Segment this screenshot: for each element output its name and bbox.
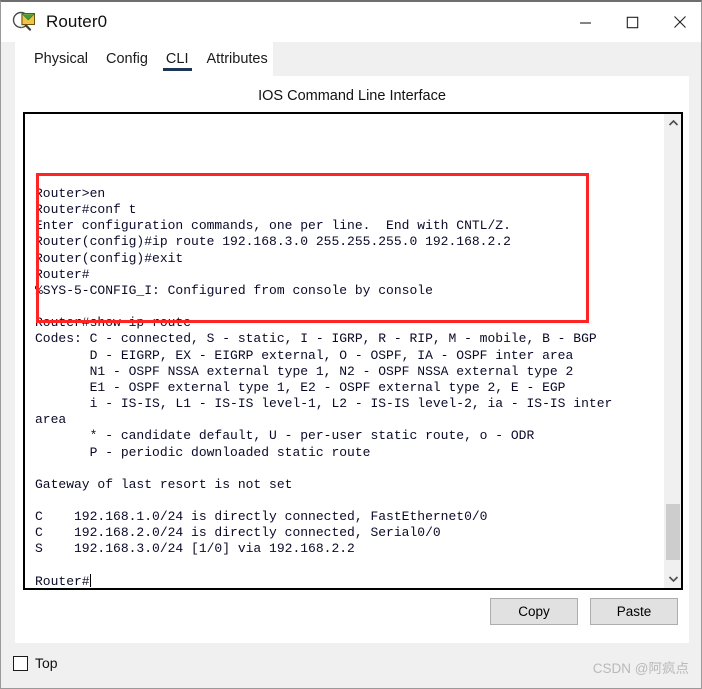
top-checkbox-label: Top: [35, 655, 58, 671]
tab-cli[interactable]: CLI: [157, 42, 198, 76]
maximize-button[interactable]: [609, 2, 656, 42]
tab-strip: Physical Config CLI Attributes: [1, 42, 701, 76]
close-button[interactable]: [656, 2, 701, 42]
paste-button[interactable]: Paste: [590, 598, 678, 625]
tab-config[interactable]: Config: [97, 42, 157, 76]
terminal-container: Router>en Router#conf t Enter configurat…: [23, 112, 683, 590]
footer-bar: Top CSDN @阿疯点: [1, 643, 701, 688]
text-cursor: [89, 573, 91, 587]
scroll-up-icon[interactable]: [664, 114, 682, 132]
packet-tracer-router-icon: [12, 9, 38, 35]
watermark-text: CSDN @阿疯点: [592, 661, 689, 676]
minimize-button[interactable]: [562, 2, 609, 42]
router-cli-window: Router0 Physical Config CLI Attributes I…: [0, 0, 702, 689]
panel-title: IOS Command Line Interface: [258, 88, 446, 104]
terminal-scrollbar[interactable]: [663, 114, 681, 588]
terminal-output[interactable]: Router>en Router#conf t Enter configurat…: [25, 114, 663, 588]
tab-list: Physical Config CLI Attributes: [15, 42, 273, 76]
terminal-text: Router>en Router#conf t Enter configurat…: [35, 186, 613, 588]
window-title: Router0: [46, 12, 108, 31]
copy-button[interactable]: Copy: [490, 598, 578, 625]
top-checkbox[interactable]: [13, 655, 28, 671]
tab-physical[interactable]: Physical: [25, 42, 97, 76]
scrollbar-thumb[interactable]: [666, 504, 680, 560]
cli-panel: IOS Command Line Interface Router>en Rou…: [15, 76, 689, 643]
window-controls: [562, 2, 701, 42]
tab-attributes[interactable]: Attributes: [198, 42, 277, 76]
action-buttons: Copy Paste: [15, 598, 689, 638]
top-checkbox-row[interactable]: Top: [13, 655, 58, 671]
title-bar: Router0: [1, 2, 701, 42]
scroll-down-icon[interactable]: [664, 570, 682, 588]
